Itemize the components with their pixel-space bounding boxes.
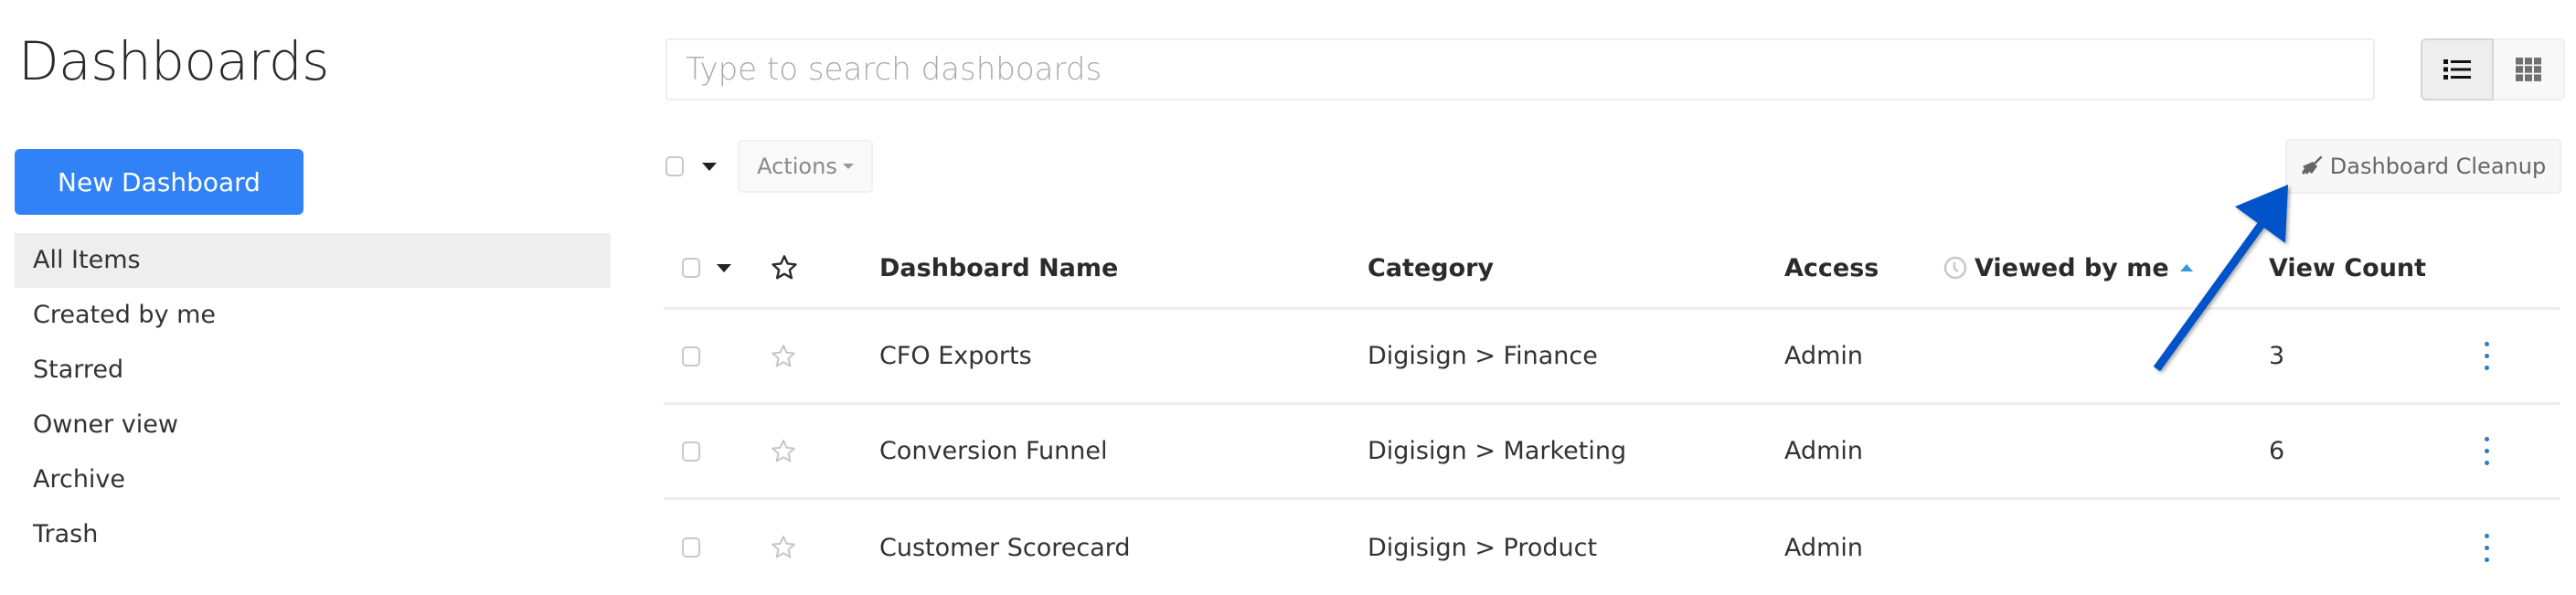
- bulk-select-dropdown-icon[interactable]: [702, 163, 717, 171]
- sidebar-nav: All Items Created by me Starred Owner vi…: [15, 233, 611, 562]
- table-row[interactable]: Customer Scorecard Digisign > Product Ad…: [664, 500, 2560, 595]
- list-icon: [2443, 59, 2471, 80]
- column-header-view-count[interactable]: View Count: [2269, 228, 2426, 307]
- star-icon[interactable]: [770, 534, 797, 561]
- star-icon[interactable]: [770, 343, 797, 370]
- sidebar-item-owner-view[interactable]: Owner view: [15, 398, 611, 452]
- row-checkbox[interactable]: [682, 345, 700, 367]
- row-menu-icon[interactable]: [2479, 338, 2495, 374]
- table-row[interactable]: CFO Exports Digisign > Finance Admin 3: [664, 310, 2560, 405]
- sidebar-item-trash[interactable]: Trash: [15, 507, 611, 562]
- dashboard-cleanup-label: Dashboard Cleanup: [2329, 154, 2547, 179]
- access: Admin: [1784, 533, 1864, 562]
- actions-dropdown-button[interactable]: Actions: [738, 140, 873, 193]
- category: Digisign > Marketing: [1368, 437, 1627, 465]
- dashboards-table: Dashboard Name Category Access Viewed by…: [664, 228, 2560, 595]
- category: Digisign > Finance: [1368, 342, 1598, 370]
- viewed-by-me-label: Viewed by me: [1975, 253, 2169, 282]
- bulk-select-checkbox[interactable]: [665, 156, 684, 176]
- view-count: 3: [2269, 342, 2285, 370]
- dashboard-name[interactable]: Conversion Funnel: [879, 405, 1107, 497]
- sidebar-item-starred[interactable]: Starred: [15, 343, 611, 398]
- column-header-viewed-by-me[interactable]: Viewed by me: [1943, 228, 2193, 307]
- category: Digisign > Product: [1368, 533, 1598, 562]
- grid-icon: [2516, 58, 2541, 81]
- select-options-dropdown-icon[interactable]: [717, 263, 731, 272]
- column-header-dashboard-name[interactable]: Dashboard Name: [879, 228, 1118, 307]
- dashboard-name[interactable]: Customer Scorecard: [879, 500, 1131, 595]
- star-column-icon[interactable]: [770, 253, 799, 282]
- view-toggle: [2421, 38, 2565, 101]
- actions-label: Actions: [757, 154, 837, 179]
- search-input[interactable]: [665, 38, 2375, 101]
- row-checkbox[interactable]: [682, 441, 700, 462]
- sort-ascending-icon: [2179, 264, 2193, 271]
- column-header-access[interactable]: Access: [1784, 228, 1879, 307]
- new-dashboard-button[interactable]: New Dashboard: [15, 149, 303, 215]
- row-menu-icon[interactable]: [2479, 433, 2495, 469]
- row-checkbox[interactable]: [682, 537, 700, 558]
- row-menu-icon[interactable]: [2479, 530, 2495, 566]
- select-all-checkbox[interactable]: [682, 258, 700, 278]
- page-title: Dashboards: [18, 30, 329, 92]
- sidebar-item-created-by-me[interactable]: Created by me: [15, 288, 611, 343]
- dashboard-cleanup-button[interactable]: Dashboard Cleanup: [2285, 139, 2561, 194]
- dashboard-name[interactable]: CFO Exports: [879, 310, 1032, 402]
- access: Admin: [1784, 342, 1864, 370]
- star-icon[interactable]: [770, 438, 797, 465]
- sidebar-item-archive[interactable]: Archive: [15, 452, 611, 507]
- view-count: 6: [2269, 437, 2285, 465]
- list-view-button[interactable]: [2421, 38, 2494, 101]
- column-header-category[interactable]: Category: [1368, 228, 1494, 307]
- clock-icon: [1943, 256, 1967, 280]
- access: Admin: [1784, 437, 1864, 465]
- sidebar-item-all-items[interactable]: All Items: [15, 233, 611, 288]
- broom-icon: [2301, 156, 2323, 175]
- caret-down-icon: [842, 164, 854, 169]
- table-row[interactable]: Conversion Funnel Digisign > Marketing A…: [664, 405, 2560, 500]
- table-header-row: Dashboard Name Category Access Viewed by…: [664, 228, 2560, 310]
- grid-view-button[interactable]: [2494, 38, 2565, 101]
